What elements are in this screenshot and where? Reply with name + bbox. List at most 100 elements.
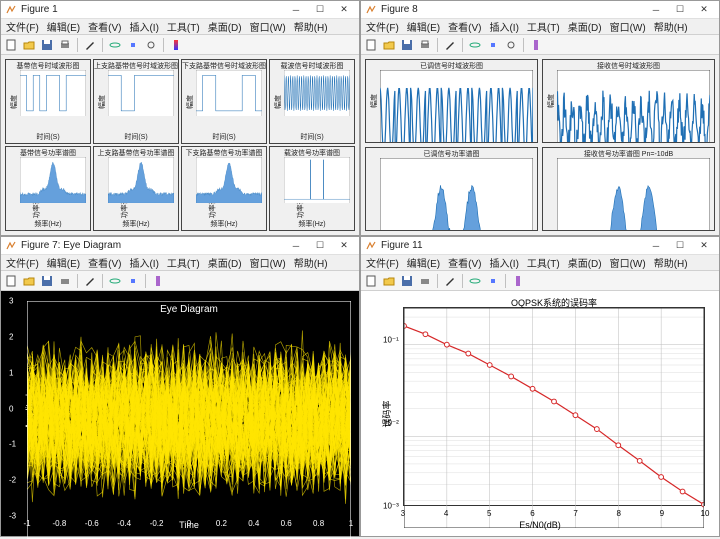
menu-tools[interactable]: 工具(T) <box>164 255 203 270</box>
menu-help[interactable]: 帮助(H) <box>651 19 691 34</box>
edit-plot-button[interactable] <box>442 273 458 289</box>
new-figure-button[interactable] <box>363 273 379 289</box>
open-button[interactable] <box>21 273 37 289</box>
subplot-axes[interactable]: 上支路基带信号时域波形图幅度时间(S) <box>93 59 179 144</box>
maximize-button[interactable]: ☐ <box>669 239 691 253</box>
print-button[interactable] <box>57 37 73 53</box>
plot-area[interactable]: Eye Diagram Amplitude Time -3-2-10123-1-… <box>1 291 359 536</box>
maximize-button[interactable]: ☐ <box>309 239 331 253</box>
toolbar <box>1 271 359 291</box>
data-cursor-button[interactable] <box>485 273 501 289</box>
ber-axes[interactable]: OQPSK系统的误码率 <box>403 307 705 506</box>
subplot-axes[interactable]: 基带信号时域波形图幅度时间(S) <box>5 59 91 144</box>
print-button[interactable] <box>57 273 73 289</box>
close-button[interactable]: ✕ <box>693 3 715 17</box>
data-cursor-button[interactable] <box>485 37 501 53</box>
save-button[interactable] <box>39 37 55 53</box>
subplot-axes[interactable]: 接收信号功率谱图 Pn=-10dB功率谱密度(dB/Hz)频率(Hz) <box>542 147 715 231</box>
subplot-axes[interactable]: 下支路基带信号时域波形图幅度时间(S) <box>181 59 267 144</box>
close-button[interactable]: ✕ <box>333 239 355 253</box>
link-button[interactable] <box>143 37 159 53</box>
menu-desktop[interactable]: 桌面(D) <box>205 19 245 34</box>
open-button[interactable] <box>21 37 37 53</box>
eye-diagram-axes[interactable]: Eye Diagram Amplitude Time -3-2-10123-1-… <box>27 301 351 516</box>
menu-tools[interactable]: 工具(T) <box>524 19 563 34</box>
menu-desktop[interactable]: 桌面(D) <box>565 19 605 34</box>
open-button[interactable] <box>381 273 397 289</box>
plot-area[interactable]: OQPSK系统的误码率 误码率 Es/N0(dB) 10⁻¹10⁻²10⁻³ 3… <box>361 291 719 536</box>
minimize-button[interactable]: ─ <box>645 3 667 17</box>
menu-edit[interactable]: 编辑(E) <box>44 255 83 270</box>
maximize-button[interactable]: ☐ <box>669 3 691 17</box>
save-button[interactable] <box>399 37 415 53</box>
insert-colorbar-button[interactable] <box>150 273 166 289</box>
new-figure-button[interactable] <box>3 273 19 289</box>
menu-edit[interactable]: 编辑(E) <box>44 19 83 34</box>
minimize-button[interactable]: ─ <box>285 239 307 253</box>
titlebar[interactable]: Figure 8 ─ ☐ ✕ <box>361 1 719 19</box>
subplot-axes[interactable]: 基带信号功率谱图功率谱密度(dB/Hz)频率(Hz) <box>5 146 91 231</box>
close-button[interactable]: ✕ <box>333 3 355 17</box>
subplot-axes[interactable]: 载波信号功率谱图功率谱密度(dB/Hz)频率(Hz) <box>269 146 355 231</box>
save-button[interactable] <box>39 273 55 289</box>
maximize-button[interactable]: ☐ <box>309 3 331 17</box>
insert-colorbar-button[interactable] <box>168 37 184 53</box>
menu-insert[interactable]: 插入(I) <box>486 255 521 270</box>
menu-window[interactable]: 窗口(W) <box>607 255 649 270</box>
menu-window[interactable]: 窗口(W) <box>247 19 289 34</box>
menu-view[interactable]: 查看(V) <box>85 19 124 34</box>
print-button[interactable] <box>417 273 433 289</box>
menu-help[interactable]: 帮助(H) <box>291 255 331 270</box>
x-tick-label: 0.2 <box>216 519 227 528</box>
menu-edit[interactable]: 编辑(E) <box>404 255 443 270</box>
edit-plot-button[interactable] <box>82 37 98 53</box>
menu-view[interactable]: 查看(V) <box>445 19 484 34</box>
menu-file[interactable]: 文件(F) <box>363 255 402 270</box>
open-button[interactable] <box>381 37 397 53</box>
save-button[interactable] <box>399 273 415 289</box>
close-button[interactable]: ✕ <box>693 239 715 253</box>
new-figure-button[interactable] <box>3 37 19 53</box>
subplot-axes[interactable]: 已调信号时域波形图幅度时间(S) <box>365 59 538 143</box>
subplot-axes[interactable]: 接收信号时域波形图幅度时间(S) <box>542 59 715 143</box>
menu-view[interactable]: 查看(V) <box>445 255 484 270</box>
menu-edit[interactable]: 编辑(E) <box>404 19 443 34</box>
menu-desktop[interactable]: 桌面(D) <box>205 255 245 270</box>
menu-file[interactable]: 文件(F) <box>3 255 42 270</box>
edit-plot-button[interactable] <box>82 273 98 289</box>
rotate-3d-button[interactable] <box>107 37 123 53</box>
minimize-button[interactable]: ─ <box>645 239 667 253</box>
menu-file[interactable]: 文件(F) <box>363 19 402 34</box>
menu-insert[interactable]: 插入(I) <box>486 19 521 34</box>
menu-tools[interactable]: 工具(T) <box>164 19 203 34</box>
subplot-axes[interactable]: 载波信号时域波形图幅度时间(S) <box>269 59 355 144</box>
data-cursor-button[interactable] <box>125 273 141 289</box>
subplot-axes[interactable]: 下支路基带信号功率谱图功率谱密度(dB/Hz)频率(Hz) <box>181 146 267 231</box>
rotate-3d-button[interactable] <box>107 273 123 289</box>
new-figure-button[interactable] <box>363 37 379 53</box>
menu-help[interactable]: 帮助(H) <box>651 255 691 270</box>
menu-window[interactable]: 窗口(W) <box>607 19 649 34</box>
menu-help[interactable]: 帮助(H) <box>291 19 331 34</box>
link-button[interactable] <box>503 37 519 53</box>
edit-plot-button[interactable] <box>442 37 458 53</box>
rotate-3d-button[interactable] <box>467 37 483 53</box>
menu-view[interactable]: 查看(V) <box>85 255 124 270</box>
titlebar[interactable]: Figure 11 ─ ☐ ✕ <box>361 237 719 255</box>
insert-colorbar-button[interactable] <box>528 37 544 53</box>
subplot-axes[interactable]: 已调信号功率谱图功率谱密度(dB/Hz)频率(Hz) <box>365 147 538 231</box>
menu-insert[interactable]: 插入(I) <box>126 255 161 270</box>
titlebar[interactable]: Figure 7: Eye Diagram ─ ☐ ✕ <box>1 237 359 255</box>
data-cursor-button[interactable] <box>125 37 141 53</box>
menu-file[interactable]: 文件(F) <box>3 19 42 34</box>
minimize-button[interactable]: ─ <box>285 3 307 17</box>
rotate-3d-button[interactable] <box>467 273 483 289</box>
menu-window[interactable]: 窗口(W) <box>247 255 289 270</box>
subplot-axes[interactable]: 上支路基带信号功率谱图功率谱密度(dB/Hz)频率(Hz) <box>93 146 179 231</box>
menu-desktop[interactable]: 桌面(D) <box>565 255 605 270</box>
menu-tools[interactable]: 工具(T) <box>524 255 563 270</box>
menu-insert[interactable]: 插入(I) <box>126 19 161 34</box>
insert-colorbar-button[interactable] <box>510 273 526 289</box>
print-button[interactable] <box>417 37 433 53</box>
titlebar[interactable]: Figure 1 ─ ☐ ✕ <box>1 1 359 19</box>
